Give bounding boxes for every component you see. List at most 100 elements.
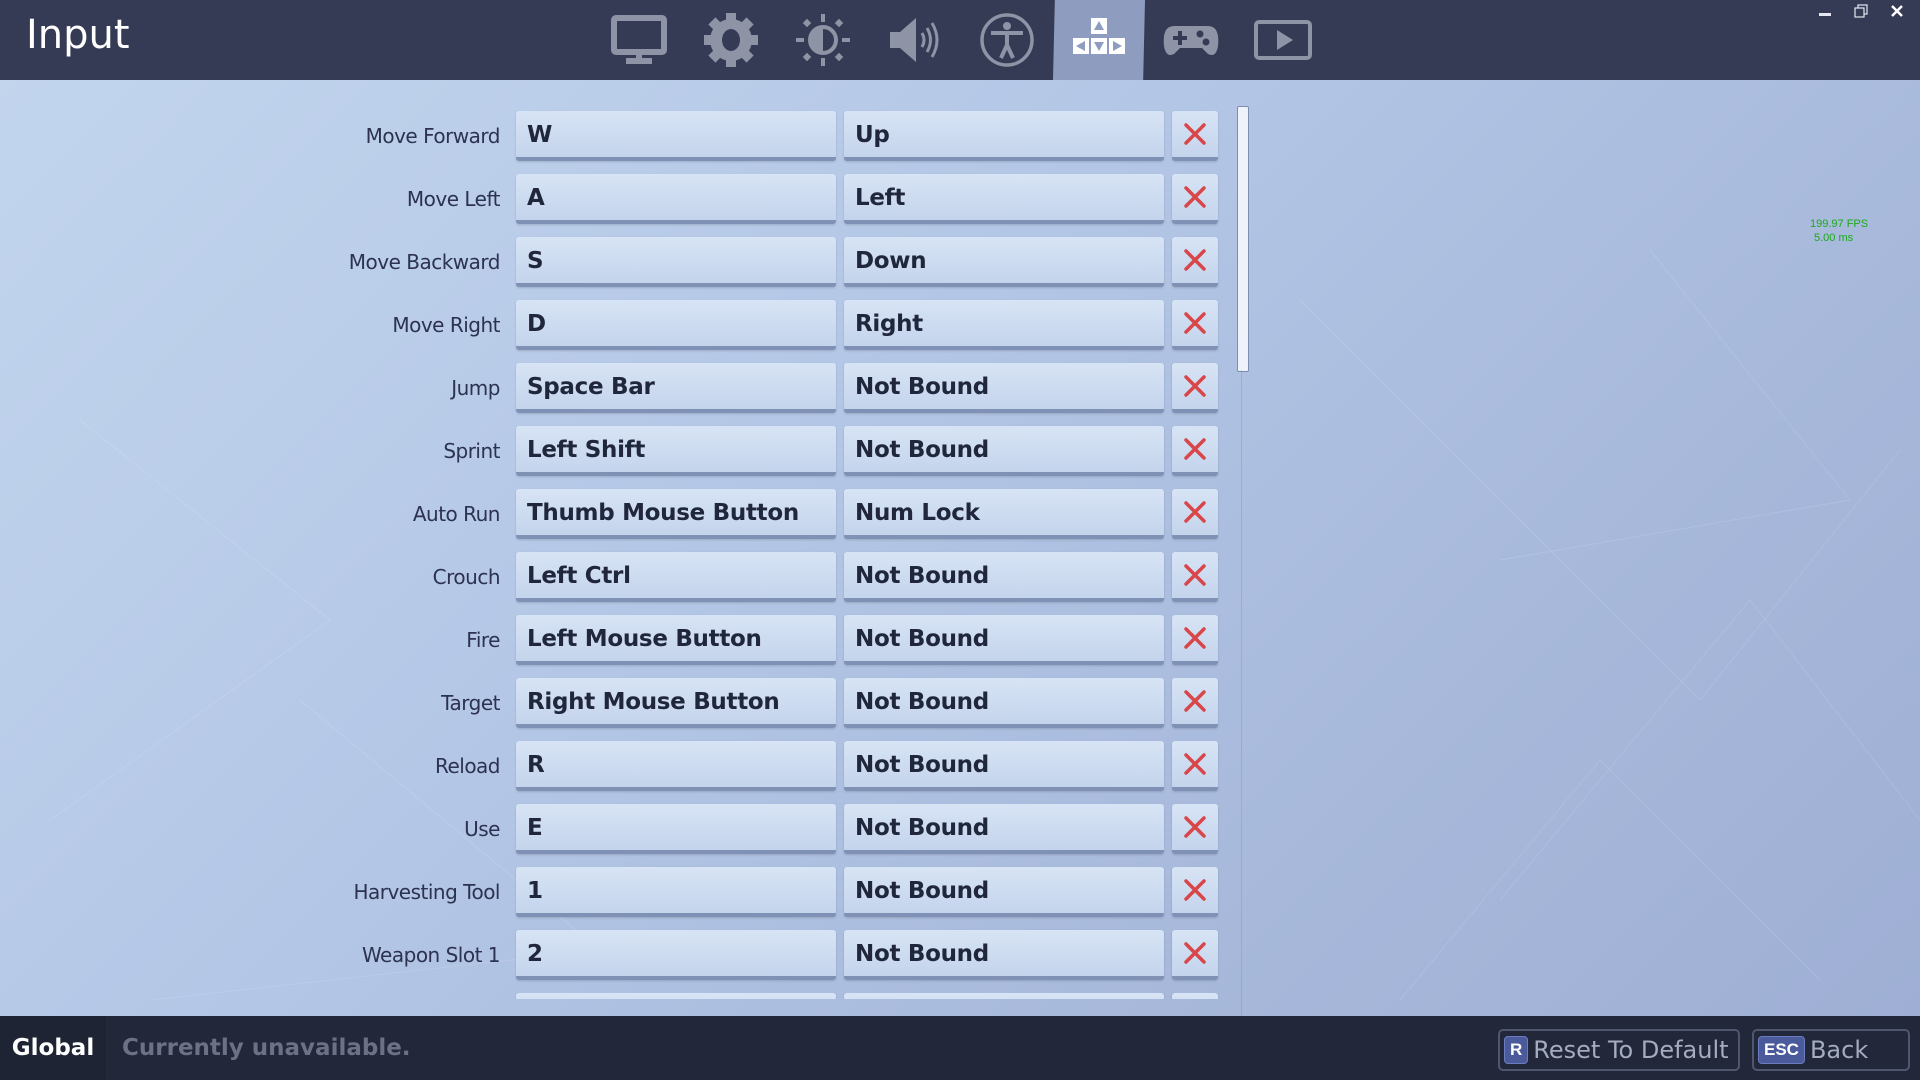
binding-row: Use E Not Bound [0,804,1240,854]
secondary-key-button[interactable]: Left [844,174,1164,224]
primary-key-button[interactable]: S [516,237,836,287]
secondary-key-button[interactable]: Not Bound [844,363,1164,413]
secondary-key-value: Not Bound [855,689,989,715]
frame-time: 5.00 ms [1814,232,1854,244]
secondary-key-button[interactable]: Not Bound [844,426,1164,476]
secondary-key-button[interactable]: Not Bound [844,867,1164,917]
primary-key-button[interactable]: Left Mouse Button [516,615,836,665]
clear-icon [1184,627,1206,649]
minimize-button[interactable] [1812,0,1838,22]
binding-row: Weapon Slot 1 2 Not Bound [0,930,1240,980]
primary-key-value: Left Shift [527,437,646,463]
primary-key-value: A [527,185,545,211]
close-window-button[interactable] [1884,0,1910,22]
clear-binding-button[interactable] [1172,552,1218,602]
tab-accessibility[interactable] [961,0,1053,80]
clear-icon [1184,438,1206,460]
primary-key-button[interactable]: Thumb Mouse Button [516,489,836,539]
status-text: Currently unavailable. [122,1035,411,1061]
primary-key-button[interactable]: D [516,300,836,350]
secondary-key-button[interactable]: Not Bound [844,930,1164,980]
secondary-key-value: Left [855,185,906,211]
clear-binding-button[interactable] [1172,741,1218,791]
window-controls [1812,0,1910,22]
fps-overlay: 199.97 FPS 5.00 ms [1810,217,1868,245]
secondary-key-button[interactable] [844,993,1164,999]
binding-row: Auto Run Thumb Mouse Button Num Lock [0,489,1240,539]
clear-binding-button[interactable] [1172,489,1218,539]
clear-icon [1184,564,1206,586]
scrollbar[interactable] [1237,106,1249,372]
clear-icon [1184,690,1206,712]
close-icon [1891,5,1903,17]
restore-button[interactable] [1848,0,1874,22]
primary-key-button[interactable]: A [516,174,836,224]
secondary-key-button[interactable]: Not Bound [844,615,1164,665]
primary-key-button[interactable]: Right Mouse Button [516,678,836,728]
binding-row: Move Forward W Up [0,111,1240,161]
tab-audio[interactable] [869,0,961,80]
primary-key-button[interactable]: 2 [516,930,836,980]
action-label: Auto Run [412,502,501,526]
primary-key-value: Right Mouse Button [527,689,780,715]
clear-binding-button[interactable] [1172,300,1218,350]
binding-row: Harvesting Tool 1 Not Bound [0,867,1240,917]
reset-to-default-button[interactable]: R Reset To Default [1498,1029,1740,1071]
primary-key-value: 1 [527,878,543,904]
primary-key-value: Left Ctrl [527,563,631,589]
clear-icon [1184,753,1206,775]
clear-binding-button[interactable] [1172,615,1218,665]
secondary-key-value: Not Bound [855,626,989,652]
secondary-key-value: Not Bound [855,878,989,904]
secondary-key-button[interactable]: Not Bound [844,741,1164,791]
primary-key-button[interactable]: R [516,741,836,791]
tab-replay[interactable] [1237,0,1329,80]
tab-video[interactable] [593,0,685,80]
clear-binding-button[interactable] [1172,867,1218,917]
reset-keycap: R [1504,1036,1529,1064]
clear-binding-button[interactable] [1172,426,1218,476]
secondary-key-button[interactable]: Not Bound [844,804,1164,854]
primary-key-value: E [527,815,543,841]
secondary-key-button[interactable]: Num Lock [844,489,1164,539]
tab-game[interactable] [685,0,777,80]
back-button[interactable]: ESC Back [1752,1029,1910,1071]
secondary-key-button[interactable]: Up [844,111,1164,161]
tab-brightness[interactable] [777,0,869,80]
secondary-key-button[interactable]: Right [844,300,1164,350]
clear-binding-button[interactable] [1172,930,1218,980]
primary-key-button[interactable]: Left Shift [516,426,836,476]
tab-controller[interactable] [1145,0,1237,80]
play-icon [1254,20,1312,60]
primary-key-value: R [527,752,545,778]
settings-tabs [593,0,1329,80]
binding-row: Move Left A Left [0,174,1240,224]
clear-binding-button[interactable] [1172,804,1218,854]
clear-binding-button[interactable] [1172,678,1218,728]
secondary-key-button[interactable]: Down [844,237,1164,287]
binding-row: Move Right D Right [0,300,1240,350]
clear-binding-button[interactable] [1172,993,1218,999]
clear-binding-button[interactable] [1172,174,1218,224]
clear-icon [1184,186,1206,208]
secondary-key-button[interactable]: Not Bound [844,552,1164,602]
primary-key-button[interactable]: E [516,804,836,854]
primary-key-button[interactable]: 1 [516,867,836,917]
clear-icon [1184,879,1206,901]
back-keycap: ESC [1758,1036,1805,1064]
tab-input[interactable] [1053,0,1145,80]
primary-key-value: D [527,311,546,337]
secondary-key-button[interactable]: Not Bound [844,678,1164,728]
clear-binding-button[interactable] [1172,363,1218,413]
clear-binding-button[interactable] [1172,111,1218,161]
clear-binding-button[interactable] [1172,237,1218,287]
restore-icon [1854,4,1868,18]
primary-key-button[interactable]: Space Bar [516,363,836,413]
action-label: Crouch [432,565,501,589]
primary-key-button[interactable] [516,993,836,999]
primary-key-button[interactable]: Left Ctrl [516,552,836,602]
monitor-icon [611,15,667,64]
binding-row: Target Right Mouse Button Not Bound [0,678,1240,728]
primary-key-button[interactable]: W [516,111,836,161]
action-label: Move Left [406,187,501,211]
